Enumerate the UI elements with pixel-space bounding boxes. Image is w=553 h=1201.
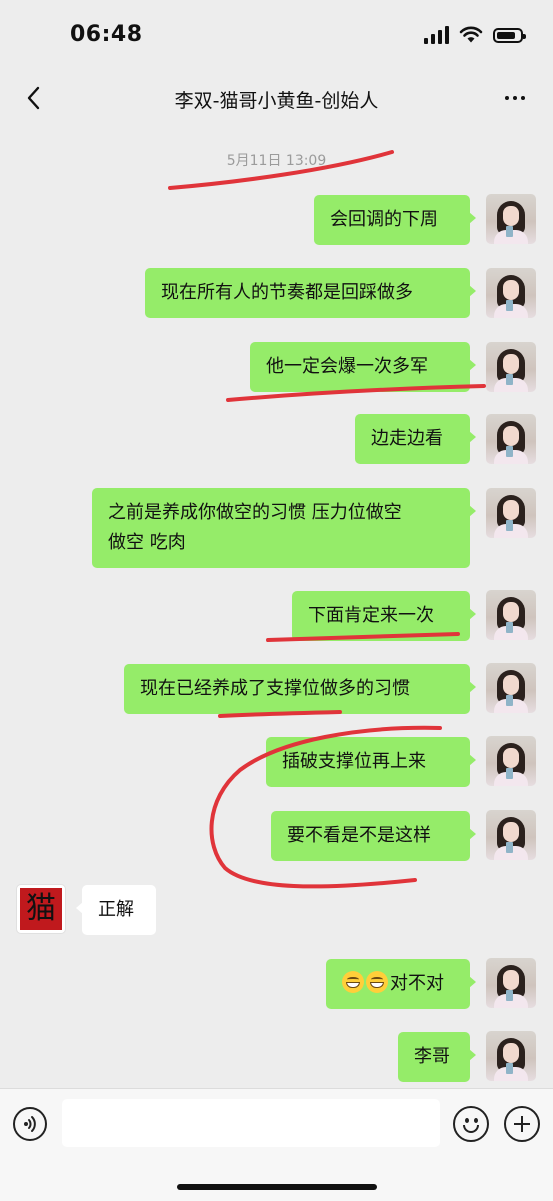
- message-text: 李哥: [414, 1046, 450, 1067]
- avatar[interactable]: [486, 958, 536, 1008]
- message-text: 他一定会爆一次多军: [266, 356, 428, 377]
- message-text: 下面肯定来一次: [308, 605, 434, 626]
- avatar[interactable]: [486, 268, 536, 318]
- avatar[interactable]: [486, 194, 536, 244]
- message-text: 会回调的下周: [330, 209, 438, 230]
- wifi-icon: [459, 26, 483, 43]
- status-bar: 06:48: [0, 0, 553, 70]
- avatar[interactable]: [486, 414, 536, 464]
- message-bubble[interactable]: 会回调的下周: [314, 195, 476, 245]
- message-bubble[interactable]: 要不看是不是这样: [271, 811, 476, 861]
- message-text: 现在已经养成了支撑位做多的习惯: [140, 678, 410, 699]
- message-text: 插破支撑位再上来: [282, 751, 426, 772]
- avatar[interactable]: [486, 663, 536, 713]
- message-bubble[interactable]: 下面肯定来一次: [292, 591, 476, 641]
- chat-header: 李双-猫哥小黄鱼-创始人: [0, 70, 553, 128]
- message-text: 对不对: [390, 973, 444, 994]
- message-bubble[interactable]: 插破支撑位再上来: [266, 737, 476, 787]
- avatar[interactable]: [486, 736, 536, 786]
- message-input[interactable]: [62, 1099, 440, 1147]
- message-bubble[interactable]: 现在已经养成了支撑位做多的习惯: [124, 664, 476, 714]
- avatar[interactable]: [486, 342, 536, 392]
- battery-icon: [493, 27, 526, 43]
- message-text: 边走边看: [371, 428, 443, 449]
- message-bubble[interactable]: 对不对: [326, 959, 476, 1009]
- plus-button[interactable]: [504, 1106, 540, 1142]
- message-bubble[interactable]: 边走边看: [355, 414, 476, 464]
- grin-emoji-icon: [366, 971, 388, 993]
- avatar[interactable]: [486, 590, 536, 640]
- message-bubble[interactable]: 李哥: [398, 1032, 476, 1082]
- message-timestamp: 5月11日 13:09: [226, 153, 327, 169]
- message-text: 之前是养成你做空的习惯 压力位做空: [108, 502, 402, 523]
- message-bubble[interactable]: 之前是养成你做空的习惯 压力位做空 做空 吃肉: [92, 488, 476, 568]
- emoji-icon: [465, 1118, 469, 1123]
- avatar[interactable]: [486, 1031, 536, 1081]
- voice-icon: [24, 1116, 36, 1132]
- avatar[interactable]: [486, 810, 536, 860]
- avatar[interactable]: 猫: [16, 884, 66, 934]
- cat-seal-icon: 猫: [20, 888, 62, 930]
- more-dots-icon: [505, 96, 509, 100]
- signal-icon: [424, 26, 449, 44]
- avatar[interactable]: [486, 488, 536, 538]
- message-text: 要不看是不是这样: [287, 825, 431, 846]
- grin-emoji-icon: [342, 971, 364, 993]
- message-bubble[interactable]: 正解: [76, 885, 156, 935]
- status-icons: [424, 26, 526, 44]
- emoji-button[interactable]: [453, 1106, 489, 1142]
- more-button[interactable]: [499, 84, 531, 112]
- message-bubble[interactable]: 他一定会爆一次多军: [250, 342, 476, 392]
- message-text: 做空 吃肉: [108, 532, 186, 553]
- chat-title: 李双-猫哥小黄鱼-创始人: [174, 90, 379, 112]
- message-text: 现在所有人的节奏都是回踩做多: [161, 282, 413, 303]
- message-bubble[interactable]: 现在所有人的节奏都是回踩做多: [145, 268, 476, 318]
- chat-history[interactable]: 5月11日 13:09 会回调的下周 现在所有人的节奏都是回踩做多 他一定会爆一…: [0, 128, 553, 1088]
- voice-button[interactable]: [13, 1107, 47, 1141]
- message-text: 正解: [98, 899, 134, 920]
- status-time: 06:48: [70, 22, 143, 47]
- home-indicator: [177, 1184, 377, 1190]
